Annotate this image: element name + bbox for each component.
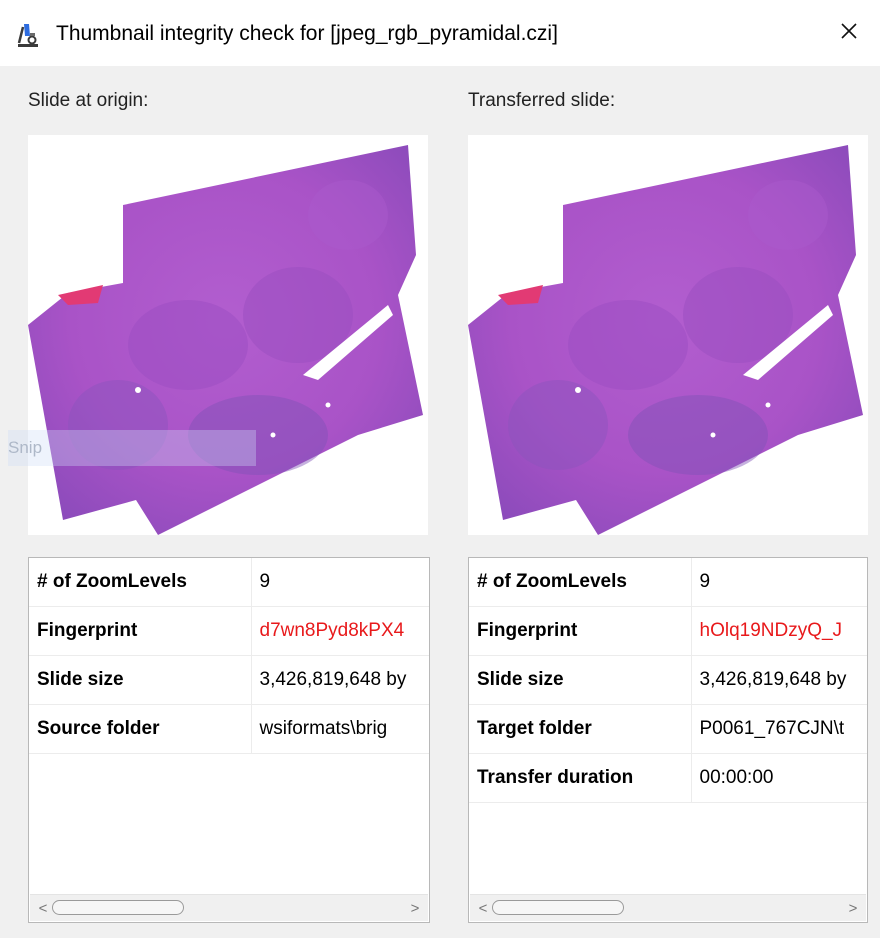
target-folder-key: Target folder: [469, 704, 692, 754]
origin-slide-label: Slide at origin:: [28, 90, 149, 111]
fingerprint-value: d7wn8Pyd8kPX4: [251, 606, 429, 656]
zoomlevels-value: 9: [251, 558, 429, 607]
slide-size-key: Slide size: [29, 655, 252, 705]
origin-info-table: # of ZoomLevels 9 Fingerprint d7wn8Pyd8k…: [28, 557, 430, 923]
zoomlevels-value: 9: [691, 558, 867, 607]
scrollbar-thumb[interactable]: [492, 900, 624, 915]
table-row: Fingerprint d7wn8Pyd8kPX4: [29, 606, 429, 656]
target-folder-value: P0061_767CJN\t: [691, 704, 867, 754]
close-icon: [839, 21, 859, 46]
table-row: # of ZoomLevels 9: [29, 558, 429, 607]
slide-size-value: 3,426,819,648 by: [691, 655, 867, 705]
microscope-icon: [14, 21, 42, 49]
table-row: Slide size 3,426,819,648 by: [469, 655, 867, 705]
table-row: Target folder P0061_767CJN\t: [469, 704, 867, 754]
zoomlevels-key: # of ZoomLevels: [29, 558, 252, 607]
fingerprint-key: Fingerprint: [469, 606, 692, 656]
transferred-slide-thumbnail: [468, 135, 868, 535]
close-button[interactable]: [818, 0, 880, 66]
transfer-duration-key: Transfer duration: [469, 753, 692, 803]
table-row: # of ZoomLevels 9: [469, 558, 867, 607]
snip-overlay-ghost: Snip: [8, 430, 256, 466]
table-row: Slide size 3,426,819,648 by: [29, 655, 429, 705]
scroll-right-button[interactable]: >: [840, 895, 866, 921]
transferred-slide-label: Transferred slide:: [468, 90, 616, 111]
source-folder-value: wsiformats\brig: [251, 704, 429, 754]
origin-slide-thumbnail: [28, 135, 428, 535]
source-folder-key: Source folder: [29, 704, 252, 754]
zoomlevels-key: # of ZoomLevels: [469, 558, 692, 607]
horizontal-scrollbar[interactable]: < >: [470, 894, 866, 921]
table-row: Source folder wsiformats\brig: [29, 704, 429, 754]
fingerprint-key: Fingerprint: [29, 606, 252, 656]
slide-size-value: 3,426,819,648 by: [251, 655, 429, 705]
table-row: Transfer duration 00:00:00: [469, 753, 867, 803]
slide-size-key: Slide size: [469, 655, 692, 705]
title-bar: Thumbnail integrity check for [jpeg_rgb_…: [0, 0, 880, 66]
transfer-duration-value: 00:00:00: [691, 753, 867, 803]
scroll-right-button[interactable]: >: [402, 895, 428, 921]
horizontal-scrollbar[interactable]: < >: [30, 894, 428, 921]
fingerprint-value: hOlq19NDzyQ_J: [691, 606, 867, 656]
transferred-info-table: # of ZoomLevels 9 Fingerprint hOlq19NDzy…: [468, 557, 868, 923]
table-row: Fingerprint hOlq19NDzyQ_J: [469, 606, 867, 656]
scrollbar-thumb[interactable]: [52, 900, 184, 915]
window-title: Thumbnail integrity check for [jpeg_rgb_…: [56, 22, 558, 45]
